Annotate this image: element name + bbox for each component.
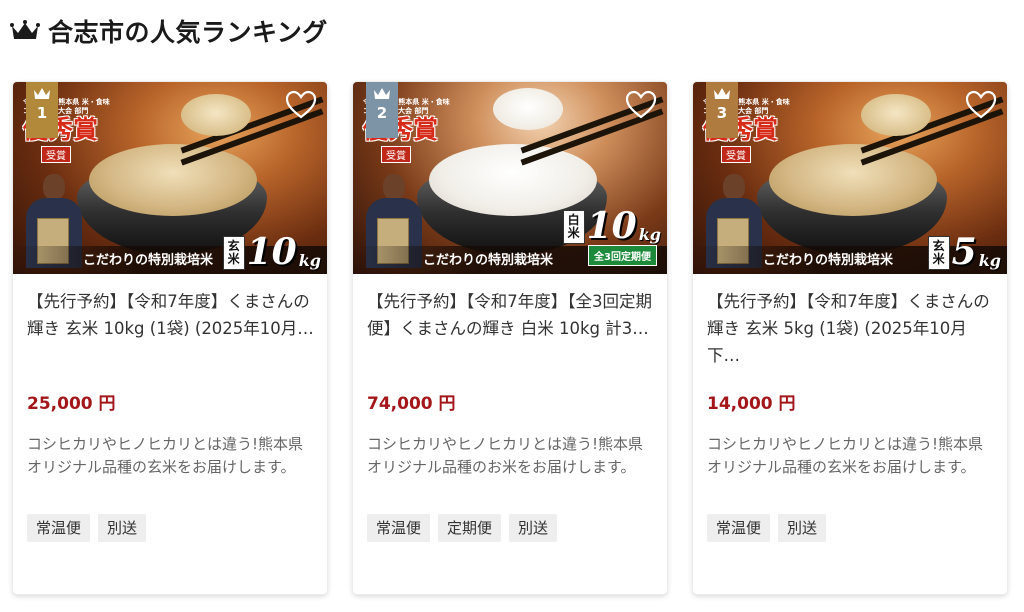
crown-icon — [10, 20, 40, 39]
crown-icon — [34, 88, 50, 99]
weight-label: 玄米 10 kg — [222, 231, 321, 273]
rice-type-tag: 玄米 — [222, 236, 245, 270]
product-description: コシヒカリやヒノヒカリとは違う!熊本県オリジナル品種の玄米をお届けします。 — [707, 435, 984, 476]
heart-icon[interactable] — [285, 90, 317, 120]
product-description: コシヒカリやヒノヒカリとは違う!熊本県オリジナル品種のお米をお届けします。 — [367, 435, 644, 476]
farmer-head — [43, 174, 65, 200]
weight-label: 白米 10 kg — [562, 205, 661, 247]
farmer-head — [383, 174, 405, 200]
product-name[interactable]: 【先行予約】【令和7年度】【全3回定期便】くまさんの輝き 白米 10kg 計3… — [367, 288, 655, 369]
weight-unit: kg — [978, 251, 1001, 270]
weight-label: 玄米 5 kg — [927, 231, 1001, 273]
weight-value: 5 — [951, 231, 977, 273]
rice-mound — [89, 144, 257, 216]
crown-icon — [714, 88, 730, 99]
award-badge: 受賞 — [41, 146, 71, 163]
product-price: 14,000 円 — [707, 394, 796, 414]
tag-room-temp: 常温便 — [367, 514, 431, 542]
rank-badge: 3 — [706, 82, 738, 138]
tag-separate: 別送 — [509, 514, 558, 542]
product-image[interactable]: 令和6年度 熊本県 米・食味コンクール大会 部門 優秀賞 受賞 こだわりの特別栽… — [693, 82, 1007, 274]
tag-list: 常温便 定期便 別送 — [367, 514, 655, 542]
tag-subscription: 定期便 — [438, 514, 502, 542]
rice-bite — [861, 94, 931, 136]
tag-list: 常温便 別送 — [27, 514, 315, 542]
award-badge: 受賞 — [721, 146, 751, 163]
product-price: 74,000 円 — [367, 394, 456, 414]
ranking-header: 合志市の人気ランキング — [10, 14, 328, 48]
product-price: 25,000 円 — [27, 394, 116, 414]
banner-text: こだわりの特別栽培米 — [83, 253, 214, 268]
product-description: コシヒカリやヒノヒカリとは違う!熊本県オリジナル品種の玄米をお届けします。 — [27, 435, 304, 476]
rice-bite — [493, 88, 563, 130]
product-card[interactable]: 令和6年度 熊本県 米・食味コンクール大会 部門 優秀賞 受賞 こだわりの特別栽… — [693, 82, 1007, 594]
weight-unit: kg — [298, 251, 321, 270]
weight-unit: kg — [638, 225, 661, 244]
tag-room-temp: 常温便 — [707, 514, 771, 542]
rice-type-tag: 玄米 — [927, 236, 950, 270]
weight-value: 10 — [246, 231, 297, 273]
rank-badge: 1 — [26, 82, 58, 138]
ranking-list: 令和6年度 熊本県 米・食味コンクール大会 部門 優秀賞 受賞 こだわりの特別栽… — [13, 82, 1013, 606]
rice-bite — [181, 94, 251, 136]
product-image[interactable]: 令和6年度 熊本県 米・食味コンクール大会 部門 優秀賞 受賞 こだわりの特別栽… — [13, 82, 327, 274]
rank-number: 1 — [36, 104, 48, 122]
crown-icon — [374, 88, 390, 99]
product-card[interactable]: 令和6年度 熊本県 米・食味コンクール大会 部門 優秀賞 受賞 こだわりの特別栽… — [13, 82, 327, 594]
banner-text: こだわりの特別栽培米 — [423, 253, 554, 268]
rank-number: 2 — [376, 104, 388, 122]
product-name[interactable]: 【先行予約】【令和7年度】くまさんの輝き 玄米 10kg (1袋) (2025年… — [27, 288, 315, 369]
rank-number: 3 — [716, 104, 728, 122]
award-badge: 受賞 — [381, 146, 411, 163]
page-title: 合志市の人気ランキング — [48, 18, 328, 47]
tag-separate: 別送 — [778, 514, 827, 542]
subscription-tag: 全3回定期便 — [588, 245, 657, 266]
product-card[interactable]: 令和6年度 熊本県 米・食味コンクール大会 部門 優秀賞 受賞 こだわりの特別栽… — [353, 82, 667, 594]
tag-list: 常温便 別送 — [707, 514, 995, 542]
heart-icon[interactable] — [965, 90, 997, 120]
tag-separate: 別送 — [98, 514, 147, 542]
rice-mound — [769, 144, 937, 216]
rank-badge: 2 — [366, 82, 398, 138]
farmer-head — [723, 174, 745, 200]
product-image[interactable]: 令和6年度 熊本県 米・食味コンクール大会 部門 優秀賞 受賞 こだわりの特別栽… — [353, 82, 667, 274]
rice-type-tag: 白米 — [562, 210, 585, 244]
heart-icon[interactable] — [625, 90, 657, 120]
rice-mound — [429, 144, 597, 216]
product-name[interactable]: 【先行予約】【令和7年度】くまさんの輝き 玄米 5kg (1袋) (2025年1… — [707, 288, 995, 369]
weight-value: 10 — [586, 205, 637, 247]
banner-text: こだわりの特別栽培米 — [763, 253, 894, 268]
tag-room-temp: 常温便 — [27, 514, 91, 542]
